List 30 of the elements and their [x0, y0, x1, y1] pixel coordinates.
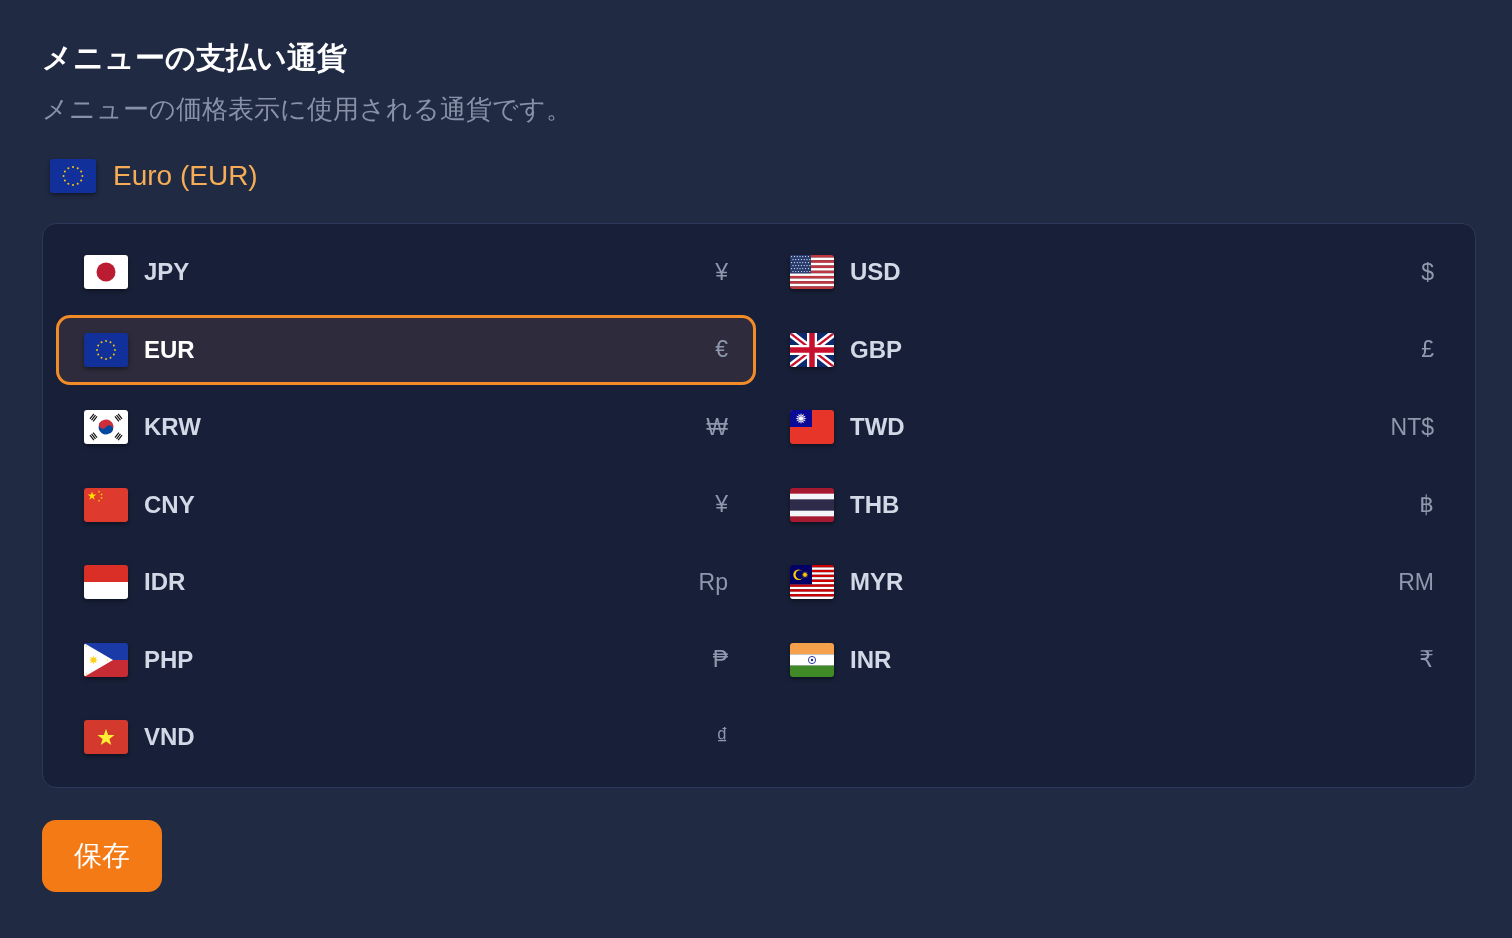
malaysia-flag-icon [790, 565, 834, 599]
current-currency-label: Euro (EUR) [113, 159, 258, 193]
currency-option[interactable]: INR ₹ [762, 624, 1462, 695]
currency-option[interactable]: JPY ¥ [56, 237, 756, 307]
india-flag-icon [790, 642, 834, 677]
taiwan-flag-icon [790, 410, 834, 444]
philippines-flag-icon [84, 642, 128, 677]
currency-option[interactable]: PHP ₱ [56, 624, 756, 695]
vietnam-flag-icon [84, 720, 128, 754]
indonesia-flag-icon [84, 565, 128, 599]
currency-option[interactable]: IDR Rp [56, 547, 756, 617]
japan-flag-icon [84, 255, 128, 289]
currency-option[interactable]: TWD NT$ [762, 392, 1462, 462]
eu-flag-icon [50, 159, 96, 193]
eu-flag-icon [84, 332, 128, 367]
page-description: メニューの価格表示に使用される通貨です。 [42, 93, 572, 126]
page-title: メニューの支払い通貨 [42, 40, 347, 76]
uk-flag-icon [790, 332, 834, 367]
currency-option[interactable]: GBP £ [762, 314, 1462, 385]
currency-option[interactable]: KRW ₩ [56, 392, 756, 462]
us-flag-icon [790, 255, 834, 289]
currency-option[interactable]: VND ₫ [56, 702, 756, 772]
china-flag-icon [84, 487, 128, 522]
currency-option[interactable]: CNY ¥ [56, 469, 756, 540]
currency-option[interactable]: EUR € [56, 314, 756, 385]
currency-option[interactable]: USD $ [762, 237, 1462, 307]
currency-option[interactable]: THB ฿ [762, 469, 1462, 540]
currency-option[interactable]: MYR RM [762, 547, 1462, 617]
thailand-flag-icon [790, 487, 834, 522]
korea-flag-icon [84, 410, 128, 444]
